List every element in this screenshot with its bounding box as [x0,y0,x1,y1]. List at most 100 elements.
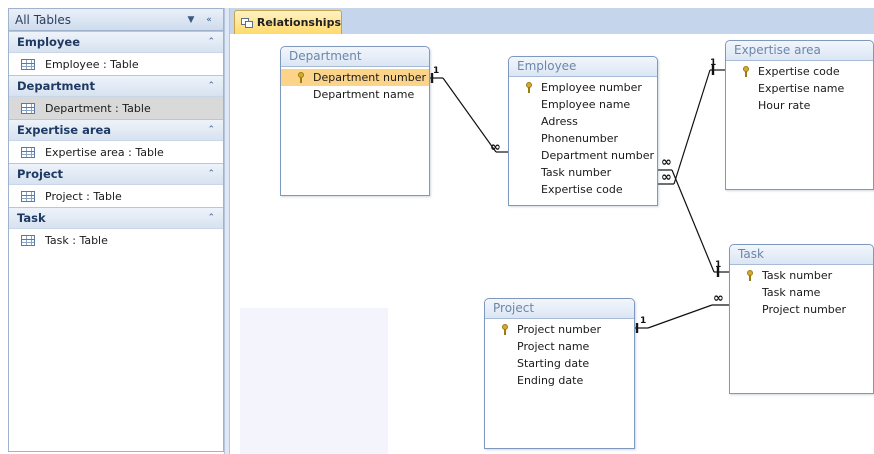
relationship-many-label: ∞ [661,170,672,185]
field-label: Employee name [541,98,631,111]
nav-item-employee-table[interactable]: Employee : Table [9,53,223,75]
nav-item-task-table[interactable]: Task : Table [9,229,223,251]
field-label: Project number [517,323,602,336]
field-department-name[interactable]: Department name [281,86,429,103]
nav-pane-header[interactable]: All Tables ▼ « [9,9,223,31]
field-expertise-name[interactable]: Expertise name [726,80,873,97]
nav-item-label: Task : Table [45,233,108,247]
nav-item-project-table[interactable]: Project : Table [9,185,223,207]
document-tab-strip: Relationships [230,8,874,34]
field-label: Department number [541,149,654,162]
table-window-expertise-area[interactable]: Expertise area Expertise code Expertise … [725,40,874,190]
nav-item-label: Employee : Table [45,57,139,71]
nav-item-department-table[interactable]: Department : Table [9,97,223,119]
primary-key-icon [525,82,534,93]
table-window-department[interactable]: Department Department number Department … [280,46,430,196]
relationship-one-label: 1 [710,58,717,68]
table-icon [21,146,35,158]
table-icon [21,58,35,70]
field-employee-number[interactable]: Employee number [509,79,657,96]
double-chevron-left-icon[interactable]: « [201,12,217,28]
field-employee-name[interactable]: Employee name [509,96,657,113]
nav-item-expertise-area-table[interactable]: Expertise area : Table [9,141,223,163]
field-label: Employee number [541,81,642,94]
nav-group-department[interactable]: Department ⌃ [9,75,223,97]
field-label: Department name [313,88,415,101]
nav-group-employee[interactable]: Employee ⌃ [9,31,223,53]
tab-relationships[interactable]: Relationships [234,10,342,34]
field-starting-date[interactable]: Starting date [485,355,634,372]
relationship-many-label: ∞ [713,291,724,306]
field-department-number[interactable]: Department number [281,69,429,86]
relationships-icon [241,17,253,28]
table-window-project[interactable]: Project Project number Project name Star… [484,298,635,449]
field-employee-task-number[interactable]: Task number [509,164,657,181]
field-project-name[interactable]: Project name [485,338,634,355]
field-label: Adress [541,115,578,128]
field-label: Expertise code [758,65,840,78]
table-window-task[interactable]: Task Task number Task name Project numbe… [729,244,874,394]
nav-group-title: Task [17,211,46,225]
chevron-up-icon[interactable]: ⌃ [207,213,215,223]
chevron-up-icon[interactable]: ⌃ [207,125,215,135]
field-label: Ending date [517,374,584,387]
field-label: Expertise code [541,183,623,196]
field-label: Project name [517,340,590,353]
table-window-title[interactable]: Expertise area [726,41,873,61]
field-task-name[interactable]: Task name [730,284,873,301]
relationship-one-label: 1 [433,66,440,76]
nav-group-expertise-area[interactable]: Expertise area ⌃ [9,119,223,141]
nav-group-title: Employee [17,35,81,49]
field-task-number[interactable]: Task number [730,267,873,284]
relationship-one-label: 1 [640,316,647,326]
nav-item-label: Expertise area : Table [45,145,164,159]
primary-key-icon [297,72,306,83]
table-window-title[interactable]: Employee [509,57,657,77]
field-task-project-number[interactable]: Project number [730,301,873,318]
chevron-up-icon[interactable]: ⌃ [207,81,215,91]
field-expertise-code[interactable]: Expertise code [726,63,873,80]
table-icon [21,234,35,246]
field-label: Starting date [517,357,590,370]
field-employee-expertise-code[interactable]: Expertise code [509,181,657,198]
primary-key-icon [746,270,755,281]
table-icon [21,102,35,114]
relationship-one-label: 1 [715,260,722,270]
primary-key-icon [501,324,510,335]
field-ending-date[interactable]: Ending date [485,372,634,389]
table-window-title[interactable]: Task [730,245,873,265]
field-label: Task number [541,166,612,179]
chevron-down-icon[interactable]: ▼ [183,12,199,28]
table-window-title[interactable]: Department [281,47,429,67]
nav-group-project[interactable]: Project ⌃ [9,163,223,185]
field-project-number[interactable]: Project number [485,321,634,338]
nav-group-title: Project [17,167,64,181]
chevron-up-icon[interactable]: ⌃ [207,169,215,179]
field-phonenumber[interactable]: Phonenumber [509,130,657,147]
field-label: Department number [313,71,426,84]
relationship-many-label: ∞ [661,155,672,170]
nav-group-title: Department [17,79,95,93]
field-label: Hour rate [758,99,811,112]
chevron-up-icon[interactable]: ⌃ [207,37,215,47]
table-icon [21,190,35,202]
table-window-employee[interactable]: Employee Employee number Employee name A… [508,56,658,206]
field-employee-department-number[interactable]: Department number [509,147,657,164]
field-label: Project number [762,303,847,316]
field-label: Task name [762,286,821,299]
nav-group-task[interactable]: Task ⌃ [9,207,223,229]
relationship-many-label: ∞ [490,140,501,155]
field-label: Task number [762,269,833,282]
field-label: Phonenumber [541,132,619,145]
nav-item-label: Department : Table [45,101,151,115]
field-label: Expertise name [758,82,845,95]
tab-label: Relationships [256,16,341,29]
navigation-pane: All Tables ▼ « Employee ⌃ Employee : Tab… [8,8,224,452]
field-adress[interactable]: Adress [509,113,657,130]
field-hour-rate[interactable]: Hour rate [726,97,873,114]
nav-pane-title[interactable]: All Tables [15,13,181,27]
table-window-title[interactable]: Project [485,299,634,319]
primary-key-icon [742,66,751,77]
nav-group-title: Expertise area [17,123,112,137]
canvas-shaded-region [240,308,388,454]
